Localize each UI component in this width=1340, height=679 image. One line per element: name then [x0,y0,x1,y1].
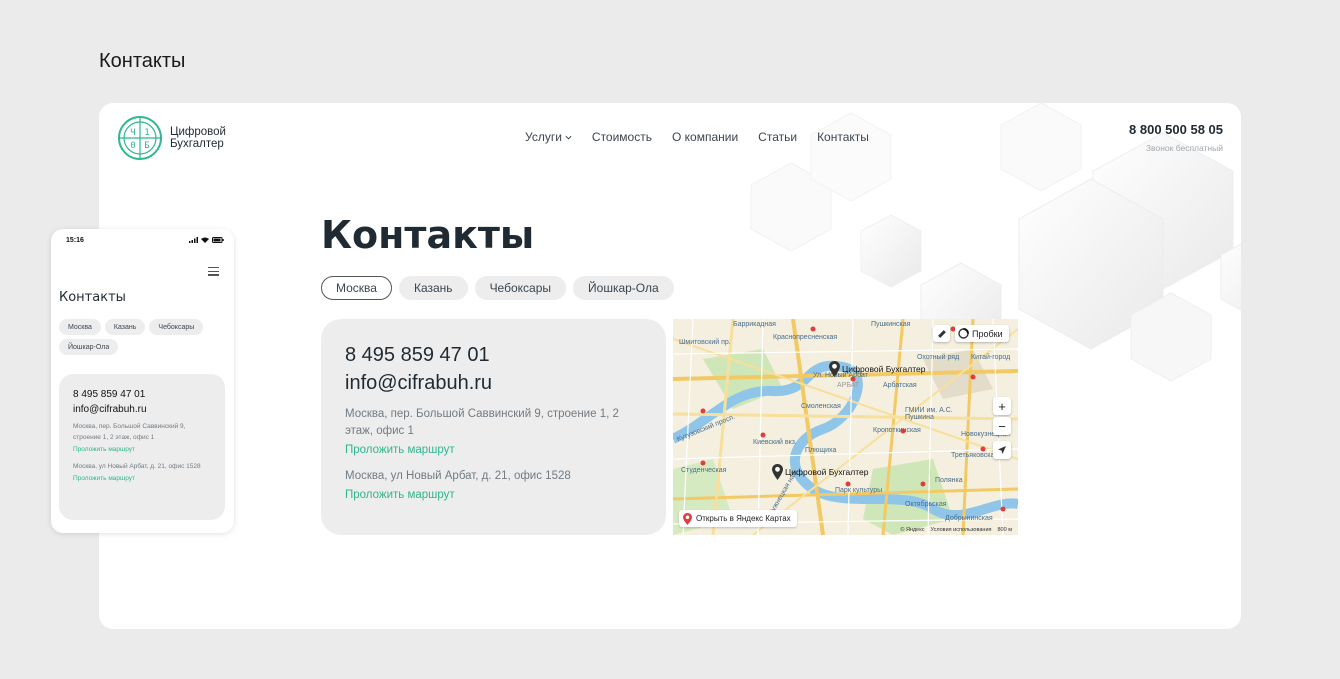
map-label: ГМИИ им. А.С. Пушкина [905,407,953,421]
map-label: Кропоткинская [873,427,921,434]
office-pin-2[interactable]: Цифровой Бухгалтер [772,464,869,480]
map-label: Арбатская [883,382,917,389]
mobile-contact-email[interactable]: info@cifrabuh.ru [73,402,211,417]
map-label: Добрынинская [945,515,993,522]
mobile-route-link-2[interactable]: Проложить маршрут [73,475,211,482]
nav-item-contacts[interactable]: Контакты [817,130,869,144]
city-tabs: Москва Казань Чебоксары Йошкар-Ола [321,276,674,300]
mobile-tab-moscow[interactable]: Москва [59,319,101,335]
zoom-in-button[interactable]: + [993,397,1011,415]
logo[interactable]: Ч 1 0 Б Цифровой Бухгалтер [116,114,226,162]
open-yandex-label: Открыть в Яндекс Картах [696,514,791,523]
map-label: Студенческая [681,467,727,474]
nav-item-articles[interactable]: Статьи [758,130,797,144]
contact-address-2: Москва, ул Новый Арбат, д. 21, офис 1528 [345,470,571,482]
header-phone-note: Звонок бесплатный [1145,143,1223,153]
mobile-tab-kazan[interactable]: Казань [104,319,146,335]
map-label: Охотный ряд [917,354,960,361]
ruler-button[interactable] [933,325,950,342]
contact-address-1: Москва, пер. Большой Саввинский 9, строе… [345,408,619,437]
map-tiles [673,319,1018,535]
logo-char-4: Б [144,141,149,151]
status-time: 15:16 [66,237,84,244]
contacts-title: Контакты [321,213,535,257]
pin-label: Цифровой Бухгалтер [842,364,926,374]
open-yandex-maps-button[interactable]: Открыть в Яндекс Картах [679,510,797,527]
map-footer: © Яндекс Условия использования 800 м [900,527,1012,533]
map-label: Полянка [935,477,963,484]
traffic-button[interactable]: Пробки [955,325,1009,342]
page-heading: Контакты [99,50,186,72]
contact-phone[interactable]: 8 495 859 47 01 [345,341,642,369]
map-label: Шмитовский пр. [679,339,731,346]
chevron-down-icon [565,135,572,140]
logo-char-2: 1 [144,128,149,138]
map-label: Китай-город [971,354,1011,361]
yandex-map[interactable]: Шмитовский пр. Краснопресненская Ул. Нов… [673,319,1018,535]
map-label: Баррикадная [733,321,776,328]
logo-char-1: Ч [130,128,135,138]
map-label: Киевский вкз. [753,439,797,446]
map-label: Октябрьская [905,501,947,508]
contact-email[interactable]: info@cifrabuh.ru [345,369,642,397]
signal-icon [189,237,198,243]
pin-label: Цифровой Бухгалтер [785,467,869,477]
logo-line-1: Цифровой [170,126,226,138]
location-arrow-icon [998,446,1006,454]
map-pin-icon [772,464,783,480]
contact-card: 8 495 859 47 01 info@cifrabuh.ru Москва,… [321,319,666,535]
mobile-tab-cheboksary[interactable]: Чебоксары [149,319,204,335]
mobile-city-tabs: Москва Казань Чебоксары Йошкар-Ола [59,319,224,355]
nav-item-pricing[interactable]: Стоимость [592,130,652,144]
map-pin-icon [829,361,840,377]
office-pin-1[interactable]: Цифровой Бухгалтер [829,361,926,377]
logo-mark-icon: Ч 1 0 Б [118,116,162,160]
map-label: Третьяковская [951,452,999,459]
battery-icon [212,237,224,243]
mobile-address-1: Москва, пер. Большой Саввинский 9, строе… [73,423,186,441]
status-icons [189,237,224,243]
tab-moscow[interactable]: Москва [321,276,392,300]
route-link-2[interactable]: Проложить маршрут [345,489,642,501]
mobile-address-2: Москва, ул Новый Арбат, д. 21, офис 1528 [73,463,201,470]
logo-char-3: 0 [130,141,135,151]
mobile-mockup: 15:16 Контакты Москва Казань Чебоксары Й… [51,229,234,533]
nav-item-about[interactable]: О компании [672,130,738,144]
map-label: Парк культуры [835,487,883,494]
tab-kazan[interactable]: Казань [398,276,468,300]
traffic-icon [958,328,969,339]
desktop-mockup: Ч 1 0 Б Цифровой Бухгалтер Услуги Стоимо… [99,103,1241,629]
map-label: Пушкинская [871,321,911,328]
map-label: Краснопресненская [773,334,838,341]
header-phone-number[interactable]: 8 800 500 58 05 [1129,122,1223,137]
map-label: Смоленская [801,403,841,410]
mobile-contact-phone[interactable]: 8 495 859 47 01 [73,387,211,402]
wifi-icon [201,237,209,243]
mobile-tab-yoshkar-ola[interactable]: Йошкар-Ола [59,339,119,355]
menu-icon[interactable] [208,267,219,278]
map-label: АРБАТ [837,382,860,389]
mobile-contact-card: 8 495 859 47 01 info@cifrabuh.ru Москва,… [59,374,225,520]
zoom-out-button[interactable]: − [993,417,1011,435]
tab-yoshkar-ola[interactable]: Йошкар-Ола [573,276,674,300]
traffic-label: Пробки [972,328,1003,339]
map-label: Плющиха [805,447,837,454]
tab-cheboksary[interactable]: Чебоксары [474,276,567,300]
map-terms-link[interactable]: Условия использования [930,527,991,533]
ruler-icon [937,329,946,338]
nav-item-label: Услуги [525,130,562,144]
map-marker-red-icon [683,512,692,525]
map-scale: 800 м [997,527,1013,533]
geolocation-button[interactable] [993,441,1011,459]
route-link-1[interactable]: Проложить маршрут [345,444,642,456]
mobile-title: Контакты [59,290,126,305]
map-copyright: © Яндекс [900,527,925,533]
main-nav: Услуги Стоимость О компании Статьи Конта… [525,130,869,144]
logo-line-2: Бухгалтер [170,138,224,150]
header-phone: 8 800 500 58 05 Звонок бесплатный [1129,122,1223,153]
mobile-route-link-1[interactable]: Проложить маршрут [73,446,211,453]
nav-item-services[interactable]: Услуги [525,130,572,144]
